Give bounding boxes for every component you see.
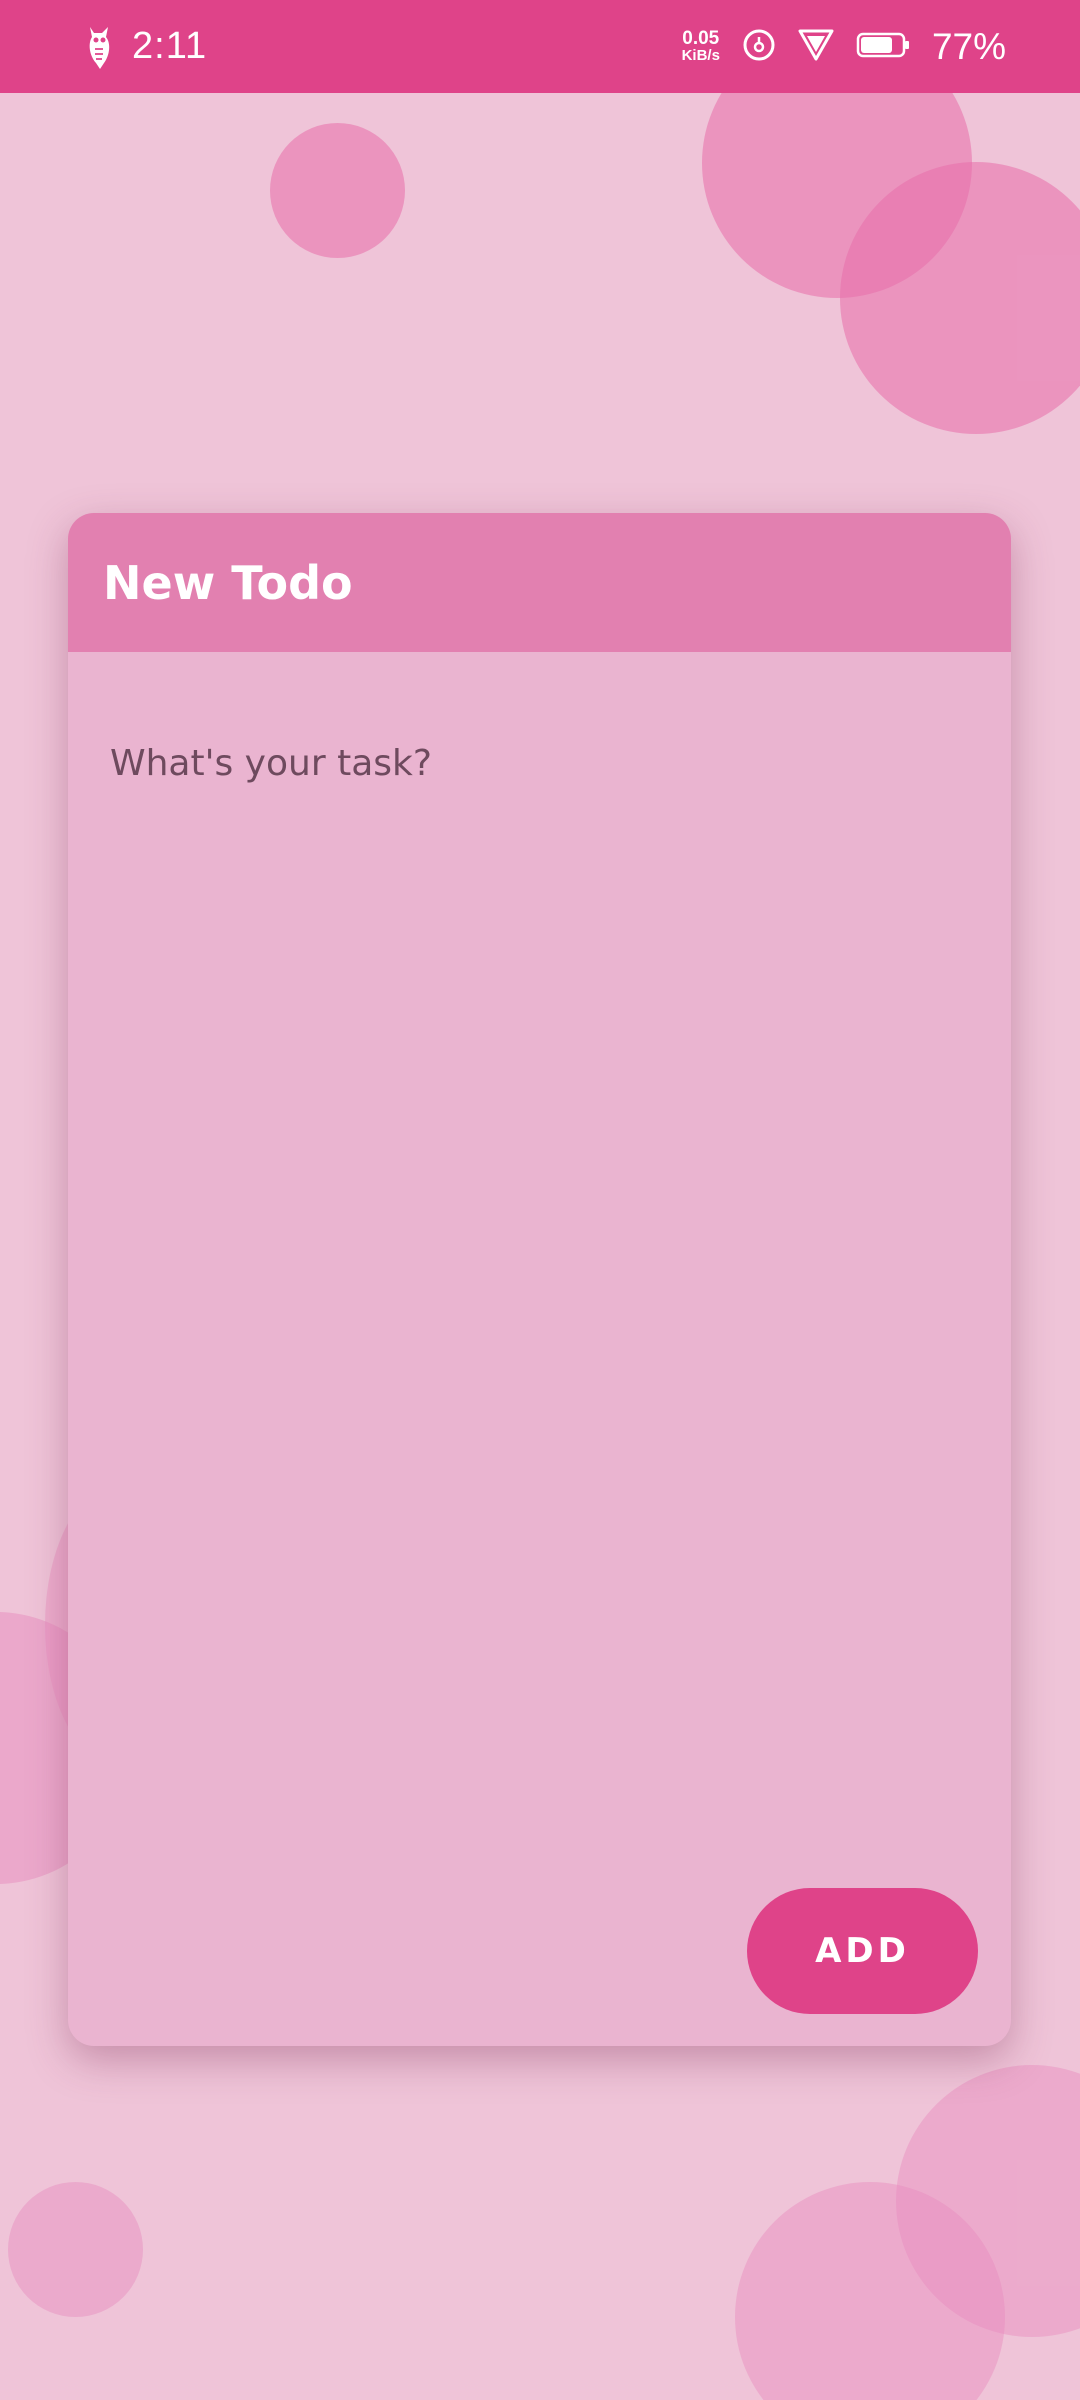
background-bubble (8, 2182, 143, 2317)
battery-percent: 77% (931, 25, 1006, 67)
network-speed-unit: KiB/s (681, 46, 720, 64)
owl-icon (84, 23, 114, 71)
dialog-header: New Todo (68, 513, 1011, 652)
dialog-title: New Todo (103, 555, 353, 610)
task-input[interactable] (110, 733, 970, 793)
status-left: 2:11 (84, 0, 207, 93)
background-bubble (270, 123, 405, 258)
battery-icon (856, 31, 910, 63)
status-time: 2:11 (132, 25, 208, 67)
add-button[interactable]: ADD (747, 1888, 978, 2014)
app-screen: 2:11 0.05 KiB/s 77% New Todo What's your… (0, 0, 1080, 2400)
data-saver-icon (742, 28, 776, 66)
new-todo-dialog: New Todo ADD (68, 513, 1011, 2046)
network-speed-value: 0.05 (682, 27, 720, 49)
network-speed: 0.05 KiB/s (681, 27, 720, 64)
status-right: 0.05 KiB/s 77% (682, 0, 1006, 93)
signal-icon (798, 28, 834, 66)
status-bar: 2:11 0.05 KiB/s 77% (0, 0, 1080, 93)
